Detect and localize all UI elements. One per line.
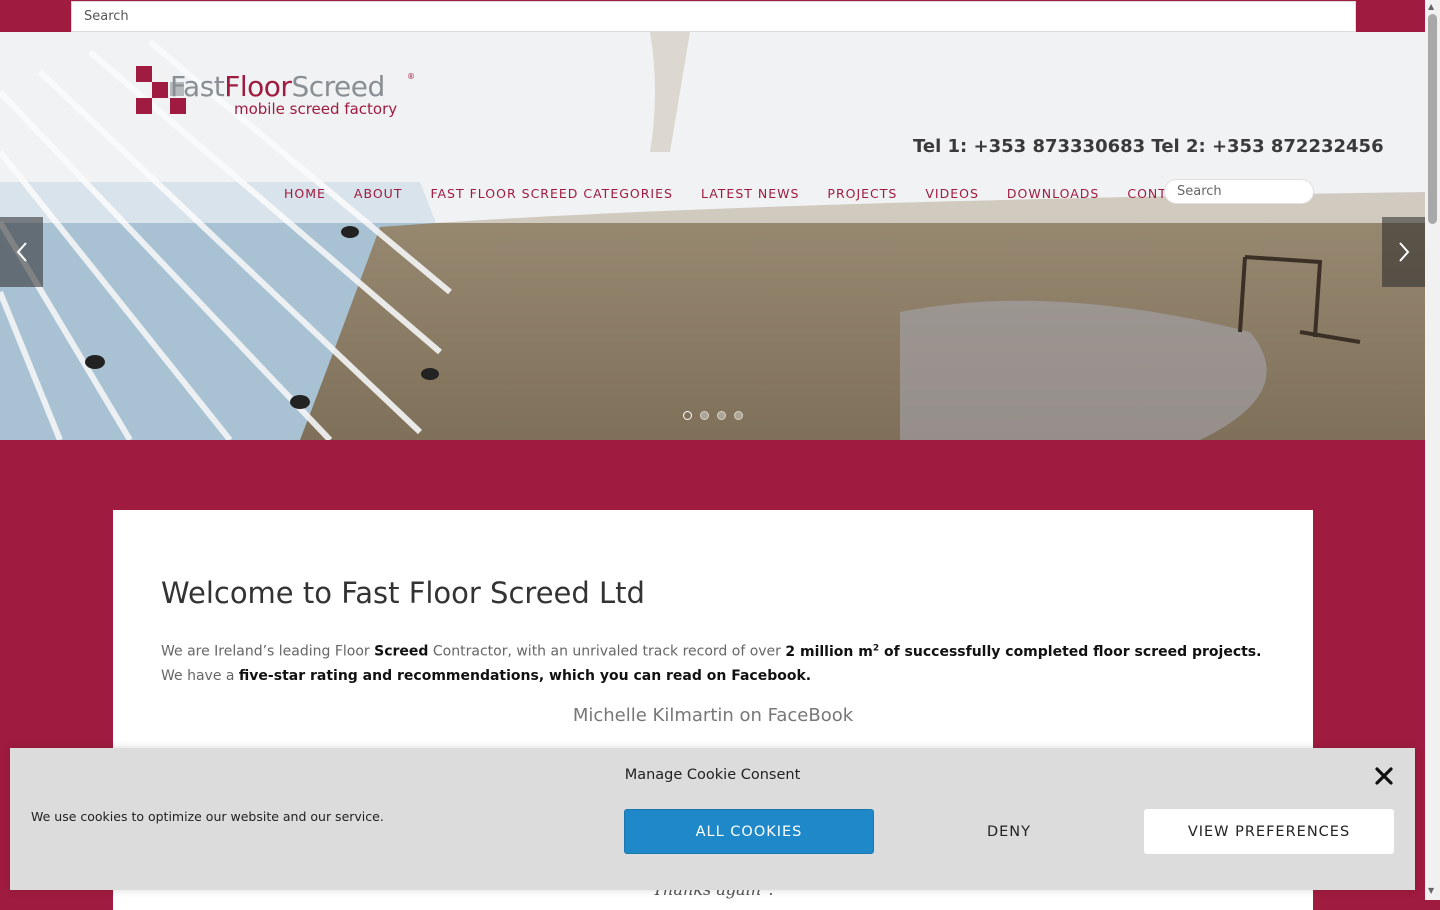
intro-bold-screed: Screed	[374, 643, 429, 660]
nav-item-projects[interactable]: PROJECTS	[827, 186, 897, 201]
logo-wordmark: FastFloorScreed	[170, 70, 385, 103]
logo-tagline: mobile screed factory	[234, 100, 398, 118]
scroll-down-arrow-icon[interactable]: ▼	[1428, 886, 1434, 895]
nav-item-about[interactable]: ABOUT	[354, 186, 403, 201]
hero-slider: FastFloorScreed ® mobile screed factory …	[0, 32, 1425, 440]
chevron-right-icon	[1398, 242, 1409, 262]
top-search-input[interactable]	[72, 2, 1355, 31]
cookie-title: Manage Cookie Consent	[624, 767, 801, 783]
main-nav: HOME ABOUT FAST FLOOR SCREED CATEGORIES …	[284, 186, 1218, 201]
cookie-consent-banner: Manage Cookie Consent We use cookies to …	[10, 748, 1415, 890]
intro-text: Contractor, with an unrivaled track reco…	[428, 643, 786, 660]
nav-item-categories[interactable]: FAST FLOOR SCREED CATEGORIES	[430, 186, 673, 201]
page-scrollbar[interactable]: ▲ ▼	[1425, 0, 1440, 900]
chevron-left-icon	[16, 242, 27, 262]
slider-dot[interactable]	[717, 411, 726, 420]
accept-all-cookies-button[interactable]: ALL COOKIES	[624, 809, 874, 854]
slider-dots	[683, 411, 743, 420]
slider-prev-button[interactable]	[0, 217, 43, 287]
nav-item-downloads[interactable]: DOWNLOADS	[1007, 186, 1099, 201]
nav-search-input[interactable]	[1165, 180, 1313, 203]
slider-dot[interactable]	[683, 411, 692, 420]
nav-item-home[interactable]: HOME	[284, 186, 326, 201]
nav-item-latest-news[interactable]: LATEST NEWS	[701, 186, 799, 201]
intro-text: We are Ireland’s leading Floor	[161, 643, 375, 660]
cookie-close-button[interactable]	[1372, 764, 1396, 788]
header-telephone: Tel 1: +353 873330683 Tel 2: +353 872232…	[913, 136, 1384, 157]
scroll-up-arrow-icon[interactable]: ▲	[1428, 2, 1434, 11]
slider-next-button[interactable]	[1382, 217, 1425, 287]
facebook-reviewer-name: Michelle Kilmartin on FaceBook	[572, 705, 854, 726]
logo-registered-mark: ®	[407, 72, 415, 81]
nav-item-videos[interactable]: VIDEOS	[925, 186, 979, 201]
intro-paragraph: We are Ireland’s leading Floor Screed Co…	[161, 636, 1271, 688]
intro-bold-area: 2 million m2 of successfully completed f…	[785, 643, 1262, 660]
slider-dot[interactable]	[700, 411, 709, 420]
view-preferences-button[interactable]: VIEW PREFERENCES	[1144, 809, 1394, 854]
intro-text: We have a	[161, 667, 239, 684]
cookie-message: We use cookies to optimize our website a…	[31, 809, 384, 824]
page-title: Welcome to Fast Floor Screed Ltd	[161, 576, 645, 610]
logo-text-fast: Fast	[170, 70, 225, 103]
top-search-bar[interactable]	[71, 1, 1356, 32]
nav-search-box[interactable]	[1164, 179, 1314, 204]
deny-cookies-button[interactable]: DENY	[884, 809, 1134, 854]
close-icon	[1375, 767, 1393, 785]
logo-text-screed: Screed	[291, 70, 385, 103]
slider-dot[interactable]	[734, 411, 743, 420]
scrollbar-thumb[interactable]	[1428, 14, 1437, 224]
logo-text-floor: Floor	[224, 70, 292, 103]
intro-bold-rating: five-star rating and recommendations, wh…	[238, 667, 812, 684]
